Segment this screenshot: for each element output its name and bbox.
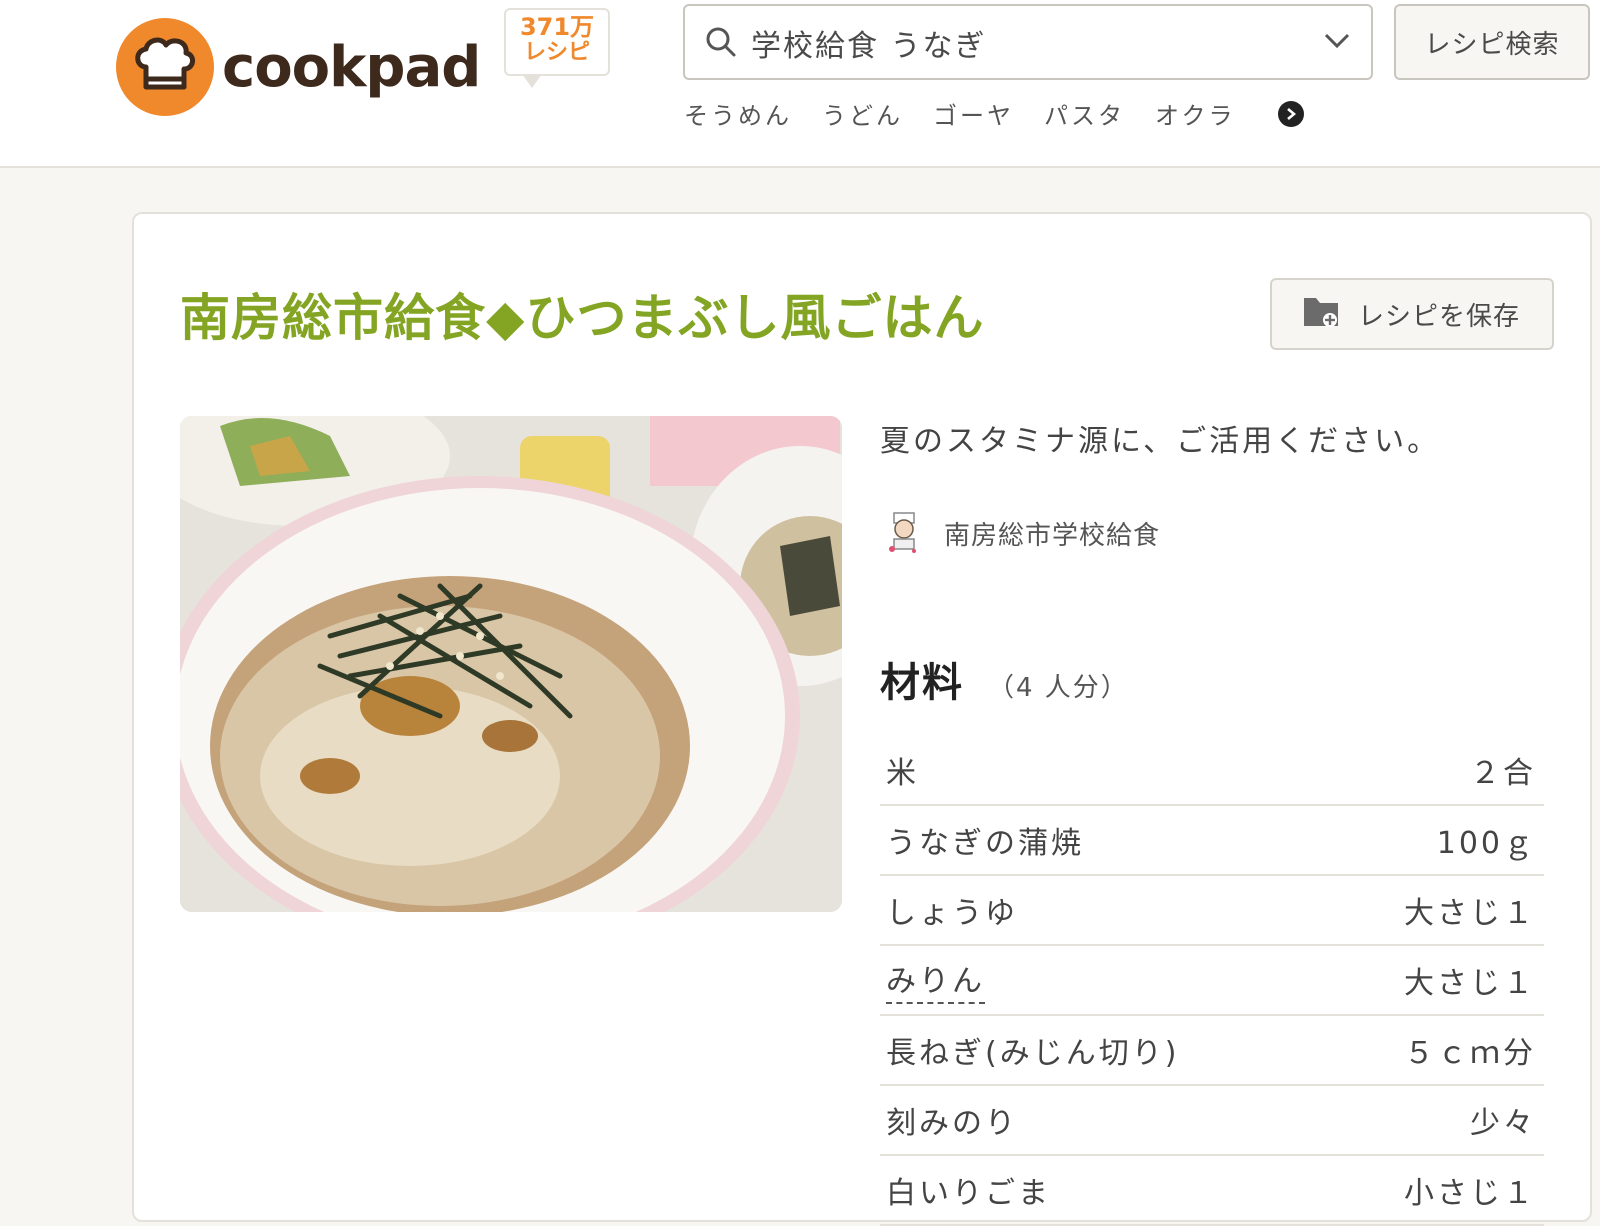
chef-hat-icon bbox=[116, 18, 214, 116]
ingredient-name: 白いりごま bbox=[886, 1176, 1051, 1211]
logo-wordmark: cookpad bbox=[222, 34, 481, 100]
ingredient-name: 米 bbox=[886, 756, 919, 791]
recipe-description: 夏のスタミナ源に、ご活用ください。 bbox=[880, 424, 1441, 459]
keyword-link[interactable]: ゴーヤ bbox=[933, 96, 1014, 131]
author-link[interactable]: 南房総市学校給食 bbox=[884, 510, 1160, 556]
avatar bbox=[884, 510, 924, 556]
ingredient-row: しょうゆ 大さじ１ bbox=[880, 876, 1544, 946]
ingredient-quantity: 大さじ１ bbox=[1404, 966, 1536, 1001]
recipe-count-badge: 371万 レシピ bbox=[504, 8, 610, 88]
recipe-title: 南房総市給食◆ひつまぶし風ごはん bbox=[180, 289, 985, 347]
ingredient-name: 刻みのり bbox=[886, 1106, 1018, 1141]
ingredient-name: うなぎの蒲焼 bbox=[886, 826, 1084, 861]
save-recipe-label: レシピを保存 bbox=[1358, 301, 1521, 332]
site-header: cookpad 371万 レシピ レシピ検索 そうめん うどん ゴーヤ パスタ … bbox=[0, 0, 1600, 168]
recipe-search-button[interactable]: レシピ検索 bbox=[1394, 4, 1590, 80]
ingredient-quantity: 大さじ１ bbox=[1404, 896, 1536, 931]
keyword-link[interactable]: うどん bbox=[822, 96, 903, 131]
ingredient-quantity: 小さじ１ bbox=[1404, 1176, 1536, 1211]
ingredient-row: 白いりごま 小さじ１ bbox=[880, 1156, 1544, 1226]
ingredient-row: みりん 大さじ１ bbox=[880, 946, 1544, 1016]
ingredient-name: しょうゆ bbox=[886, 896, 1018, 931]
ingredients-heading: 材料 （4 人分） bbox=[880, 650, 1129, 708]
ingredients-list: 米 ２合 うなぎの蒲焼 100ｇ しょうゆ 大さじ１ みりん 大さじ１ 長ねぎ(… bbox=[880, 736, 1544, 1226]
author-name: 南房総市学校給食 bbox=[944, 520, 1161, 551]
popular-keywords: そうめん うどん ゴーヤ パスタ オクラ bbox=[684, 96, 1304, 131]
ingredient-row: 刻みのり 少々 bbox=[880, 1086, 1544, 1156]
chevron-right-icon[interactable] bbox=[1277, 100, 1304, 127]
chevron-down-icon[interactable] bbox=[1323, 30, 1351, 54]
search-box bbox=[683, 4, 1373, 80]
ingredient-row: 米 ２合 bbox=[880, 736, 1544, 806]
ingredient-name: 長ねぎ(みじん切り) bbox=[886, 1036, 1180, 1071]
save-recipe-button[interactable]: レシピを保存 bbox=[1270, 278, 1554, 350]
folder-add-icon bbox=[1302, 294, 1340, 335]
search-icon bbox=[705, 26, 737, 62]
keyword-link[interactable]: パスタ bbox=[1044, 96, 1125, 131]
recipe-count: 371万 bbox=[519, 13, 595, 41]
cookpad-logo[interactable]: cookpad bbox=[116, 18, 481, 116]
ingredients-title: 材料 bbox=[880, 660, 964, 706]
ingredient-quantity: 少々 bbox=[1470, 1106, 1536, 1141]
servings: （4 人分） bbox=[988, 673, 1129, 703]
ingredient-quantity: ２合 bbox=[1470, 756, 1536, 791]
keyword-link[interactable]: そうめん bbox=[684, 96, 792, 131]
recipe-photo[interactable] bbox=[180, 416, 842, 912]
ingredient-row: 長ねぎ(みじん切り) ５ｃｍ分 bbox=[880, 1016, 1544, 1086]
ingredient-row: うなぎの蒲焼 100ｇ bbox=[880, 806, 1544, 876]
keyword-link[interactable]: オクラ bbox=[1155, 96, 1236, 131]
ingredient-quantity: 100ｇ bbox=[1436, 826, 1536, 861]
ingredient-quantity: ５ｃｍ分 bbox=[1404, 1036, 1536, 1071]
ingredient-link[interactable]: みりん bbox=[886, 956, 985, 1004]
search-input[interactable] bbox=[749, 14, 1313, 72]
recipe-count-unit: レシピ bbox=[523, 40, 590, 65]
